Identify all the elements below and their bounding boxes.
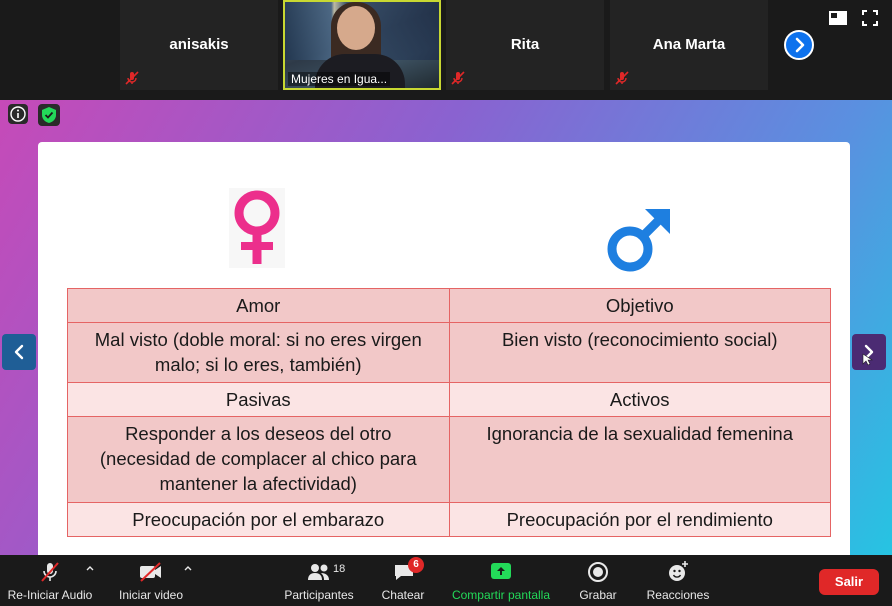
comparison-table: Amor Objetivo Mal visto (doble moral: si… <box>67 288 831 537</box>
leave-meeting-button[interactable]: Salir <box>819 569 879 595</box>
next-participants-button[interactable] <box>784 30 814 60</box>
muted-mic-icon <box>41 562 59 582</box>
share-screen-button[interactable]: Compartir pantalla <box>446 555 556 606</box>
participant-tile[interactable]: anisakis <box>120 0 278 90</box>
video-person-face <box>337 6 375 50</box>
video-label: Iniciar video <box>118 588 184 602</box>
participant-strip: anisakis Mujeres en Igua... Rita Ana Mar… <box>0 0 892 100</box>
encryption-shield-icon[interactable] <box>38 104 60 126</box>
previous-slide-button[interactable] <box>2 334 36 370</box>
info-icon[interactable] <box>8 104 28 124</box>
table-cell: Ignorancia de la sexualidad femenina <box>448 416 831 503</box>
share-screen-label: Compartir pantalla <box>451 588 551 602</box>
table-cell: Activos <box>448 382 831 417</box>
table-cell: Responder a los deseos del otro (necesid… <box>67 416 450 503</box>
table-row: Pasivas Activos <box>67 382 831 417</box>
video-off-icon <box>140 562 161 582</box>
participants-button[interactable]: 18 Participantes <box>278 555 360 606</box>
participants-count: 18 <box>333 563 346 575</box>
reactions-label: Reacciones <box>646 588 710 602</box>
audio-label: Re-Iniciar Audio <box>7 588 93 602</box>
record-button[interactable]: Grabar <box>570 555 626 606</box>
participant-tile[interactable]: Rita <box>446 0 604 90</box>
chevron-left-icon <box>14 344 24 360</box>
muted-mic-icon <box>451 71 465 85</box>
table-cell: Amor <box>67 288 450 323</box>
muted-mic-icon <box>125 71 139 85</box>
participant-tile[interactable]: Ana Marta <box>610 0 768 90</box>
participants-label: Participantes <box>284 588 354 602</box>
table-cell: Preocupación por el rendimiento <box>448 502 831 537</box>
participant-name: Rita <box>510 36 540 53</box>
table-cell: Objetivo <box>448 288 831 323</box>
chat-unread-badge: 6 <box>408 557 424 573</box>
chat-label: Chatear <box>381 588 425 602</box>
participant-name: anisakis <box>169 36 229 53</box>
chevron-right-icon <box>862 344 874 366</box>
zoom-meeting-window: anisakis Mujeres en Igua... Rita Ana Mar… <box>0 0 892 606</box>
fullscreen-icon[interactable] <box>862 10 878 26</box>
emoji-plus-icon <box>669 561 688 581</box>
participants-icon <box>308 564 329 580</box>
view-layout-icon[interactable] <box>829 11 847 25</box>
female-symbol-icon <box>229 188 285 268</box>
table-cell: Bien visto (reconocimiento social) <box>448 322 831 383</box>
table-cell: Pasivas <box>67 382 450 417</box>
table-cell: Preocupación por el embarazo <box>67 502 450 537</box>
next-slide-button[interactable] <box>852 334 886 370</box>
chevron-up-icon[interactable] <box>183 563 193 573</box>
male-symbol-icon <box>607 209 670 272</box>
reactions-button[interactable]: Reacciones <box>640 555 716 606</box>
participant-video-tile[interactable]: Mujeres en Igua... <box>283 0 441 90</box>
presentation-slide: Amor Objetivo Mal visto (doble moral: si… <box>38 142 850 555</box>
participant-name: Mujeres en Igua... <box>288 72 391 86</box>
table-row: Responder a los deseos del otro (necesid… <box>67 416 831 503</box>
chat-button[interactable]: 6 Chatear <box>370 555 436 606</box>
table-row: Mal visto (doble moral: si no eres virge… <box>67 322 831 383</box>
record-label: Grabar <box>579 588 617 602</box>
shared-screen: Amor Objetivo Mal visto (doble moral: si… <box>0 100 892 555</box>
chevron-right-icon <box>795 37 805 53</box>
table-row: Preocupación por el embarazo Preocupació… <box>67 502 831 537</box>
participant-name: Ana Marta <box>652 36 726 53</box>
share-screen-icon <box>491 563 511 579</box>
chevron-up-icon[interactable] <box>85 563 95 573</box>
table-cell: Mal visto (doble moral: si no eres virge… <box>67 322 450 383</box>
video-button[interactable]: Iniciar video <box>110 555 192 606</box>
table-row: Amor Objetivo <box>67 288 831 323</box>
record-icon <box>588 562 608 582</box>
muted-mic-icon <box>615 71 629 85</box>
meeting-toolbar: Re-Iniciar Audio Iniciar video 18 Partic… <box>0 555 892 606</box>
